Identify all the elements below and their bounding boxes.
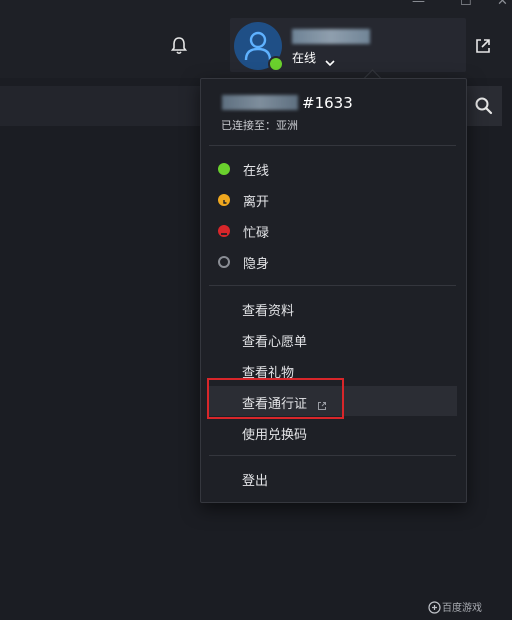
watermark: 百度游戏 [442,603,482,614]
status-busy[interactable]: 忙碌 [218,220,448,244]
divider [209,285,456,286]
username-blurred [292,29,370,44]
away-clock-icon [218,194,230,206]
external-link-icon[interactable] [473,36,493,56]
view-wishlist-item[interactable]: 查看心愿单 [242,331,307,350]
bell-icon[interactable] [169,36,189,56]
account-dropdown-menu [200,78,467,503]
invisible-ring-icon [218,256,230,268]
minimize-button[interactable]: — [412,0,425,9]
connected-region: 已连接至：亚洲 [221,119,298,132]
user-tag: #1633 [302,94,353,112]
search-button[interactable] [466,86,502,126]
header-status-label[interactable]: 在线 [292,49,316,66]
online-status-dot [268,56,284,72]
search-icon [475,97,493,115]
watermark-logo-icon [428,599,441,614]
view-profile-item[interactable]: 查看资料 [242,300,294,319]
redeem-code-item[interactable]: 使用兑换码 [242,424,307,443]
status-invisible[interactable]: 隐身 [218,251,448,275]
menu-username-blurred [222,95,298,110]
divider [209,455,456,456]
busy-minus-icon [218,225,230,237]
close-button[interactable]: ✕ [497,0,508,9]
online-dot-icon [218,163,230,175]
highlight-box [207,378,344,419]
maximize-button[interactable]: ☐ [460,0,472,9]
status-online[interactable]: 在线 [218,158,448,182]
status-away[interactable]: 离开 [218,189,448,213]
chevron-down-icon[interactable] [325,52,335,67]
divider [209,145,456,146]
logout-item[interactable]: 登出 [242,470,268,489]
